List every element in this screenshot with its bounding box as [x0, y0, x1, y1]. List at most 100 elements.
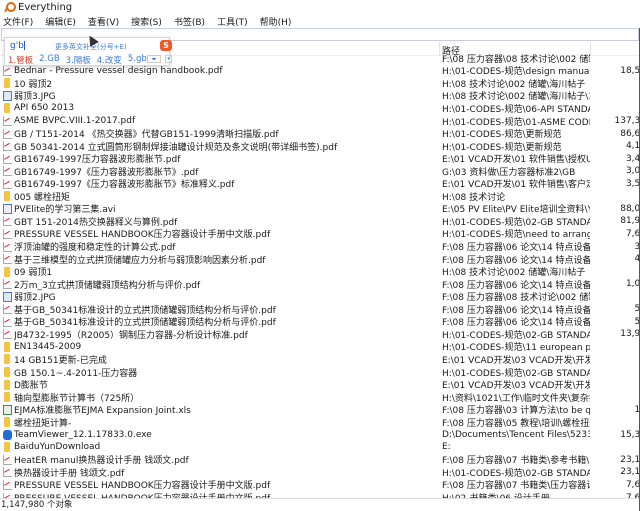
- file-size: 7: [590, 292, 640, 302]
- result-row[interactable]: ASME BVPC.VIII.1-2017.pdf H:\01-CODES-规范…: [0, 115, 640, 128]
- result-row[interactable]: JB4732-1995（R2005）钢制压力容器-分析设计标准.pdf H:\0…: [0, 328, 640, 341]
- ime-candidate[interactable]: 4.改变: [97, 54, 122, 66]
- file-size: 4: [590, 91, 640, 101]
- result-row[interactable]: 005 螺栓扭矩 H:\08 技术讨论: [0, 190, 640, 203]
- pdf-icon: [3, 304, 12, 315]
- pdf-icon: [3, 254, 12, 265]
- menu-item-0[interactable]: 文件(F): [3, 15, 33, 28]
- result-row[interactable]: PRESSURE VESSEL HANDBOOK压力容器设计手册中文版.pdf …: [0, 479, 640, 492]
- result-row[interactable]: 基于三维模型的立式拱顶储罐应力分析与弱顶影响因素分析.pdf F:\08 压力容…: [0, 253, 640, 266]
- ime-page-nav-button[interactable]: ◂▸: [147, 55, 161, 63]
- result-row[interactable]: HeatER manul换热器设计手册 钱颂文.pdf F:\08 压力容器\0…: [0, 454, 640, 466]
- file-name: 基于三维模型的立式拱顶储罐应力分析与弱顶影响因素分析.pdf: [14, 255, 266, 266]
- result-row[interactable]: 弱顶2.JPG F:\08 压力容器\08 技术讨论\002 储罐\海川... …: [0, 290, 640, 303]
- result-row[interactable]: TeamViewer_12.1.17833.0.exe D:\Documents…: [0, 429, 640, 442]
- result-row[interactable]: GB / T151-2014 《热交换器》代替GB151-1999清晰扫描版.p…: [0, 127, 640, 140]
- ime-candidate[interactable]: 1.管板: [8, 54, 33, 66]
- ime-candidate[interactable]: 2.GB: [39, 54, 60, 66]
- file-name: 基于GB_50341标准设计的立式拱顶储罐弱顶结构分析与评价.pdf: [14, 305, 276, 316]
- ime-candidate[interactable]: 3.隔板: [66, 54, 91, 66]
- file-path: H:\01-CODES-规范\更新规范: [442, 130, 562, 141]
- xls-icon: [3, 404, 12, 415]
- file-size: 51: [634, 304, 640, 315]
- ime-expand-button[interactable]: ▾: [165, 55, 172, 63]
- file-name: Bednar - Pressure vessel design handbook…: [14, 65, 223, 76]
- pdf-icon: [3, 65, 12, 76]
- file-name: 基于GB_50341标准设计的立式拱顶储罐弱顶结构分析与评价.pdf: [14, 318, 276, 329]
- menu-item-6[interactable]: 帮助(H): [260, 15, 292, 28]
- result-row[interactable]: 轴向型膨胀节计算书（725所） H:\资料\1021\工作\临时文件夹\复杂换热…: [0, 391, 640, 404]
- result-row[interactable]: GB 50341-2014 立式圆筒形钢制焊接油罐设计规范及条文说明(带详细书签…: [0, 140, 640, 153]
- result-row[interactable]: GBT 151-2014热交换器释义与算例.pdf H:\01-CODES-规范…: [0, 215, 640, 228]
- result-row[interactable]: Bednar - Pressure vessel design handbook…: [0, 65, 640, 77]
- result-row[interactable]: 09 弱顶1 H:\08 技术讨论\002 储罐\海川帖子: [0, 265, 640, 278]
- file-name: EN13445-2009: [14, 341, 82, 352]
- file-size: 18,50: [620, 65, 640, 76]
- title-bar: Everything: [0, 0, 640, 14]
- result-row[interactable]: 基于GB_50341标准设计的立式拱顶储罐弱顶结构分析与评价.pdf F:\08…: [0, 316, 640, 329]
- ime-composition: g'b: [10, 41, 25, 51]
- result-row[interactable]: 基于GB_50341标准设计的立式拱顶储罐弱顶结构分析与评价.pdf F:\08…: [0, 303, 640, 316]
- result-row[interactable]: 浮顶油罐的强度和稳定性的计算公式.pdf F:\08 压力容器\06 论文\14…: [0, 240, 640, 253]
- file-name: EJMA标准膨胀节EJMA Expansion Joint.xls: [14, 406, 191, 417]
- menu-item-1[interactable]: 编辑(E): [45, 15, 76, 28]
- file-path: E:\01 VCAD开发\03 VCAD开发\开发2014\0...: [442, 381, 590, 392]
- result-row[interactable]: 2万m_3立式拱顶储罐弱顶结构分析与评价.pdf F:\08 压力容器\06 论…: [0, 278, 640, 291]
- folder-icon: [4, 367, 10, 378]
- result-row[interactable]: BaiduYunDownload E:: [0, 441, 640, 454]
- folder-icon: [4, 103, 10, 114]
- result-row[interactable]: 10 弱顶2 H:\08 技术讨论\002 储罐\海川帖子: [0, 77, 640, 90]
- file-path: H:\01-CODES-规范\06-API STANDARDS- ...: [442, 104, 590, 115]
- file-size: 3,03: [625, 166, 640, 177]
- result-row[interactable]: D膨胀节 E:\01 VCAD开发\03 VCAD开发\开发2014\0...: [0, 378, 640, 391]
- file-path: H:\01-CODES-规范\02-GB STANDARDS-...: [442, 468, 590, 479]
- result-row[interactable]: GB16749-1997压力容器波形膨胀节.pdf E:\01 VCAD开发\0…: [0, 152, 640, 165]
- file-name: GB / T151-2014 《热交换器》代替GB151-1999清晰扫描版.p…: [14, 130, 279, 141]
- result-row[interactable]: EJMA标准膨胀节EJMA Expansion Joint.xls F:\08 …: [0, 403, 640, 416]
- file-name: PRESSURE VESSEL HANDBOOK压力容器设计手册中文版.pdf: [14, 481, 271, 492]
- ime-candidate[interactable]: 5.gb: [128, 54, 147, 66]
- file-path: F:\08 压力容器\08 技术讨论\002 储罐\海川...: [442, 54, 590, 65]
- file-name: GB 150.1~.4-2011-压力容器: [14, 368, 138, 379]
- menu-item-5[interactable]: 工具(T): [217, 15, 248, 28]
- file-path: F:\08 压力容器\03 计算方法\to be qualifie...: [442, 406, 590, 417]
- result-row[interactable]: GB16749-1997《压力容器波形膨胀节》.pdf G:\03 资料做\压力…: [0, 165, 640, 178]
- result-row[interactable]: PRESSURE VESSEL HANDBOOK压力容器设计手册中文版.pdf …: [0, 228, 640, 241]
- file-name: GB16749-1997《压力容器波形膨胀节》标准释义.pdf: [14, 180, 235, 191]
- result-row[interactable]: GB16749-1997《压力容器波形膨胀节》标准释义.pdf E:\01 VC…: [0, 178, 640, 191]
- result-row[interactable]: PVElite的学习第三集.avi E:\05 PV Elite\PV Elit…: [0, 203, 640, 216]
- result-row[interactable]: 螺栓扭矩计算- F:\08 压力容器\05 教程\培训\螺栓扭矩计算-: [0, 416, 640, 429]
- file-path: E:\01 VCAD开发\01 软件销售\客户定制\无...: [442, 180, 590, 191]
- menu-item-2[interactable]: 查看(V): [88, 15, 119, 28]
- pdf-icon: [3, 467, 12, 478]
- ime-candidates: 1.管板 2.GB 3.隔板 4.改变 5.gb: [8, 54, 153, 66]
- file-path: E:\05 PV Elite\PV Elite培训全资料\Yangwe...: [442, 205, 590, 216]
- pdf-icon: [3, 116, 12, 127]
- file-size: 1,09: [625, 279, 640, 290]
- result-row[interactable]: 换热器设计手册 钱颂文.pdf H:\01-CODES-规范\02-GB STA…: [0, 466, 640, 479]
- file-name: BaiduYunDownload: [14, 442, 101, 453]
- menu-item-3[interactable]: 搜索(S): [131, 15, 162, 28]
- file-path: H:\08 技术讨论\002 储罐\海川帖子: [442, 79, 586, 90]
- result-row[interactable]: 弱顶3.JPG H:\08 技术讨论\002 储罐\海川帖子\10 弱顶2 4: [0, 90, 640, 102]
- result-row[interactable]: EN13445-2009 H:\01-CODES-规范\11 european …: [0, 341, 640, 353]
- result-row[interactable]: 14 GB151更新-已完成 E:\01 VCAD开发\03 VCAD开发\开发…: [0, 353, 640, 366]
- file-path: H:\01-CODES-规范\更新规范: [442, 142, 562, 153]
- file-path: H:\01-CODES-规范\need to arrangement\...: [442, 230, 590, 241]
- result-row[interactable]: PRESSURE VESSEL HANDBOOK压力容器设计手册中文版.pdf …: [0, 491, 640, 498]
- file-path: F:\08 压力容器\06 论文\14 特点设备\001 储...: [442, 255, 590, 266]
- result-row[interactable]: GB 150.1~.4-2011-压力容器 H:\01-CODES-规范\02-…: [0, 366, 640, 379]
- file-name: GB 50341-2014 立式圆筒形钢制焊接油罐设计规范及条文说明(带详细书签…: [14, 142, 338, 153]
- result-row[interactable]: API 650 2013 H:\01-CODES-规范\06-API STAND…: [0, 102, 640, 115]
- file-path: F:\08 压力容器\07 书籍类\压力容器计算\PR...: [442, 481, 590, 492]
- file-path: F:\08 压力容器\06 论文\14 特点设备\001 储...: [442, 318, 590, 329]
- file-size: 23,18: [620, 467, 640, 478]
- file-size: 88,09: [620, 203, 640, 214]
- file-size: 23,13: [620, 454, 640, 465]
- file-path: F:\08 压力容器\06 论文\14 特点设备\001 储...: [442, 280, 590, 291]
- file-name: 换热器设计手册 钱颂文.pdf: [14, 468, 125, 479]
- file-path: D:\Documents\Tencent Files\523324408\...: [442, 429, 590, 440]
- img-icon: [3, 90, 12, 101]
- file-name: 浮顶油罐的强度和稳定性的计算公式.pdf: [14, 243, 176, 254]
- menu-item-4[interactable]: 书签(B): [174, 15, 205, 28]
